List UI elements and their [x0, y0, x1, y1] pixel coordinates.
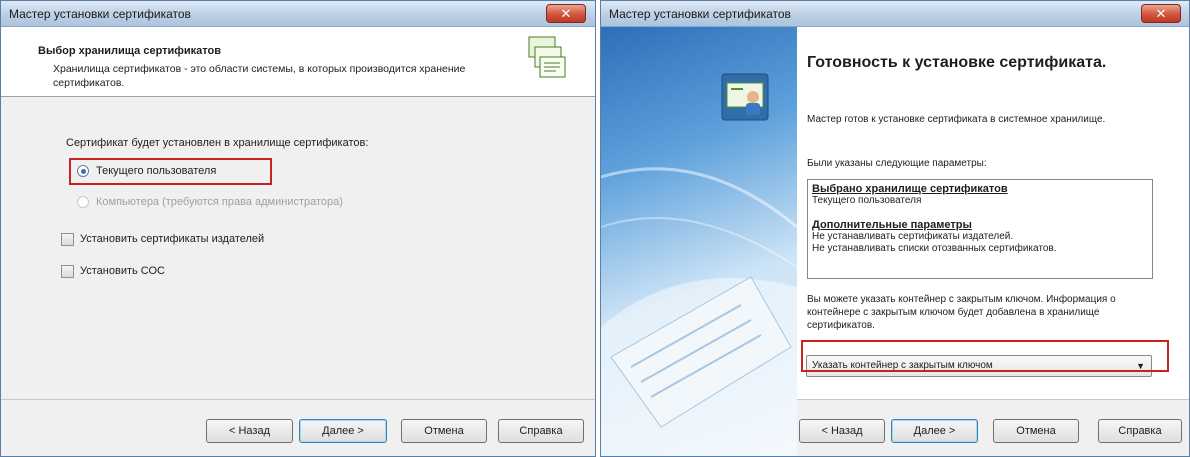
ready-description: Мастер готов к установке сертификата в с… [807, 114, 1106, 125]
footer-divider [1, 399, 595, 400]
checkbox-install-crl-label: Установить СОС [80, 265, 165, 277]
back-button[interactable]: < Назад [799, 419, 885, 443]
wizard-header: Выбор хранилища сертификатов Хранилища с… [1, 27, 595, 97]
radio-indicator [77, 196, 89, 208]
page-title: Готовность к установке сертификата. [807, 54, 1107, 71]
highlight-current-user [69, 158, 272, 185]
close-button[interactable]: ✕ [546, 4, 586, 23]
checkbox-box[interactable] [61, 232, 74, 246]
page-title: Выбор хранилища сертификатов [38, 45, 222, 57]
certificate-user-icon [721, 73, 769, 121]
summary-extra-line-1: Не устанавливать сертификаты издателей. [812, 231, 1014, 242]
footer-divider [797, 399, 1189, 400]
container-description: Вы можете указать контейнер с закрытым к… [807, 294, 1116, 331]
certificate-store-dialog: Мастер установки сертификатов ✕ Выбор хр… [0, 0, 596, 457]
back-button[interactable]: < Назад [206, 419, 293, 443]
checkbox-install-publishers-label: Установить сертификаты издателей [80, 233, 265, 245]
summary-extra-heading: Дополнительные параметры [812, 219, 972, 231]
help-button[interactable]: Справка [1098, 419, 1182, 443]
close-button[interactable]: ✕ [1141, 4, 1181, 23]
radio-local-computer: Компьютера (требуются права администрато… [77, 193, 343, 211]
checkbox-install-publishers[interactable]: Установить сертификаты издателей [61, 230, 264, 248]
store-label: Сертификат будет установлен в хранилище … [66, 137, 369, 149]
wizard-side-banner [601, 27, 797, 456]
checkbox-install-crl[interactable]: Установить СОС [61, 262, 165, 280]
title-bar[interactable]: Мастер установки сертификатов ✕ [1, 1, 595, 27]
radio-local-computer-label: Компьютера (требуются права администрато… [96, 196, 343, 208]
highlight-key-container [801, 340, 1169, 372]
summary-store-value: Текущего пользователя [812, 195, 922, 206]
cancel-button[interactable]: Отмена [401, 419, 487, 443]
checkbox-box[interactable] [61, 264, 74, 278]
title-bar[interactable]: Мастер установки сертификатов ✕ [601, 1, 1189, 27]
page-description: Хранилища сертификатов - это области сис… [53, 63, 466, 89]
certificates-icon [528, 36, 566, 78]
help-button[interactable]: Справка [498, 419, 584, 443]
settings-summary[interactable]: Выбрано хранилище сертификатов Текущего … [807, 179, 1153, 279]
summary-store-heading: Выбрано хранилище сертификатов [812, 183, 1008, 195]
window-title: Мастер установки сертификатов [609, 7, 791, 21]
ready-to-install-dialog: Мастер установки сертификатов ✕ Готовнос… [600, 0, 1190, 457]
next-button[interactable]: Далее > [299, 419, 387, 443]
summary-extra-line-2: Не устанавливать списки отозванных серти… [812, 243, 1057, 254]
cancel-button[interactable]: Отмена [993, 419, 1079, 443]
params-label: Были указаны следующие параметры: [807, 158, 987, 169]
window-title: Мастер установки сертификатов [9, 7, 191, 21]
next-button[interactable]: Далее > [891, 419, 978, 443]
